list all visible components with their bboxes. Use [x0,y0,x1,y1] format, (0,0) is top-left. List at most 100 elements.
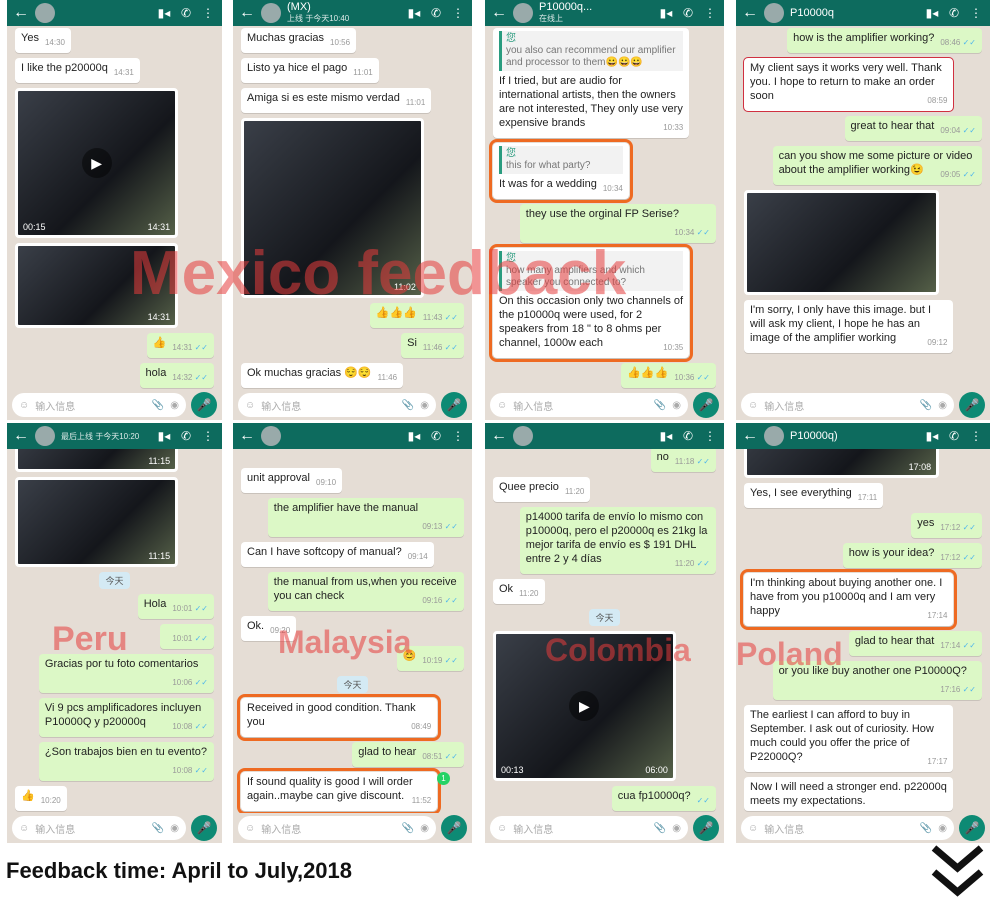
phone-icon[interactable]: ✆ [680,429,696,443]
back-arrow-icon[interactable]: ← [742,427,758,445]
quoted-reply[interactable]: 您 this for what party? [499,146,623,174]
contact-name-block[interactable]: P10000q... 在线上 [539,2,652,24]
message-input[interactable]: ☺ 输入信息 📎 ◉ [490,393,688,417]
more-options-icon[interactable]: ⋮ [450,429,466,443]
message-input[interactable]: ☺ 输入信息 📎 ◉ [741,393,954,417]
contact-name-block[interactable]: 最后上线 于今天10:20 [61,431,150,442]
contact-name-block[interactable]: P10000q [790,8,918,19]
contact-avatar[interactable] [513,3,533,23]
microphone-icon[interactable]: 🎤 [441,392,467,418]
microphone-icon[interactable]: 🎤 [693,392,719,418]
contact-avatar[interactable] [35,426,55,446]
phone-icon[interactable]: ✆ [946,429,962,443]
message-input[interactable]: ☺ 输入信息 📎 ◉ [12,393,186,417]
camera-icon[interactable]: ◉ [672,400,681,411]
back-arrow-icon[interactable]: ← [742,4,758,22]
microphone-icon[interactable]: 🎤 [191,392,217,418]
play-icon[interactable]: ▶ [569,691,600,721]
emoji-icon[interactable]: ☺ [245,823,255,834]
attach-icon[interactable]: 📎 [402,823,414,834]
camera-icon[interactable]: ◉ [672,823,681,834]
microphone-icon[interactable]: 🎤 [959,815,985,841]
video-call-icon[interactable]: ▮◂ [406,429,422,443]
contact-avatar[interactable] [35,3,55,23]
emoji-icon[interactable]: ☺ [19,823,29,834]
microphone-icon[interactable]: 🎤 [693,815,719,841]
microphone-icon[interactable]: 🎤 [191,815,217,841]
emoji-icon[interactable]: ☺ [748,400,758,411]
message-list[interactable]: Yes 14:30 I like the p20000q 14:31 ▶ 00:15 14:… [7,26,222,390]
emoji-icon[interactable]: ☺ [245,400,255,411]
camera-icon[interactable]: ◉ [420,823,429,834]
message-input[interactable]: ☺ 输入信息 📎 ◉ [238,393,436,417]
attach-icon[interactable]: 📎 [654,823,666,834]
attach-icon[interactable]: 📎 [654,400,666,411]
more-options-icon[interactable]: ⋮ [702,429,718,443]
attach-icon[interactable]: 📎 [920,823,932,834]
phone-icon[interactable]: ✆ [680,6,696,20]
quoted-reply[interactable]: 您 you also can recommend our amplifier an… [499,31,684,71]
attach-icon[interactable]: 📎 [152,400,164,411]
phone-icon[interactable]: ✆ [178,6,194,20]
video-message[interactable]: ▶ 00:13 06:00 [493,631,676,781]
message-list[interactable]: 11:15 11:15 今天 Hola 10:01 10:01 Gracias por tu… [7,449,222,813]
attach-icon[interactable]: 📎 [402,400,414,411]
quoted-reply[interactable]: 您 how many amplifiers and which speaker y… [499,251,684,291]
image-message[interactable]: 14:31 [15,243,179,328]
back-arrow-icon[interactable]: ← [239,427,255,445]
emoji-icon[interactable]: ☺ [19,400,29,411]
more-options-icon[interactable]: ⋮ [200,6,216,20]
play-icon[interactable]: ▶ [81,148,112,178]
contact-avatar[interactable] [764,426,784,446]
image-message[interactable]: 17:08 [744,449,940,478]
message-input[interactable]: ☺ 输入信息 📎 ◉ [741,816,954,840]
message-input[interactable]: ☺ 输入信息 📎 ◉ [490,816,688,840]
contact-name-block[interactable]: P10000q) [790,431,918,442]
image-message[interactable]: 11:15 [15,449,179,472]
video-call-icon[interactable]: ▮◂ [658,429,674,443]
image-message[interactable]: 11:15 [15,477,179,567]
more-options-icon[interactable]: ⋮ [702,6,718,20]
more-options-icon[interactable]: ⋮ [450,6,466,20]
contact-avatar[interactable] [261,426,281,446]
camera-icon[interactable]: ◉ [938,823,947,834]
phone-icon[interactable]: ✆ [946,6,962,20]
emoji-icon[interactable]: ☺ [748,823,758,834]
message-list[interactable]: unit approval 09:10 the amplifier have the… [233,449,472,813]
double-chevron-down-icon[interactable] [930,842,985,900]
back-arrow-icon[interactable]: ← [491,427,507,445]
image-message[interactable] [744,190,940,295]
video-call-icon[interactable]: ▮◂ [156,429,172,443]
video-call-icon[interactable]: ▮◂ [406,6,422,20]
emoji-icon[interactable]: ☺ [497,400,507,411]
message-list[interactable]: 17:08Yes, I see everything17:11yes17:12h… [736,449,990,813]
video-message[interactable]: ▶ 00:15 14:31 [15,88,179,238]
message-input[interactable]: ☺ 输入信息 📎 ◉ [12,816,186,840]
back-arrow-icon[interactable]: ← [491,4,507,22]
camera-icon[interactable]: ◉ [170,400,179,411]
camera-icon[interactable]: ◉ [170,823,179,834]
emoji-icon[interactable]: ☺ [497,823,507,834]
attach-icon[interactable]: 📎 [152,823,164,834]
camera-icon[interactable]: ◉ [938,400,947,411]
message-list[interactable]: El valor11:18Del envio11:18Es el mismo11… [485,449,724,813]
video-call-icon[interactable]: ▮◂ [924,6,940,20]
message-list[interactable]: Muchas gracias 10:56 Listo ya hice el pago… [233,26,472,390]
attach-icon[interactable]: 📎 [920,400,932,411]
contact-name-block[interactable]: (MX) 上线 于今天10:40 [287,2,400,24]
camera-icon[interactable]: ◉ [420,400,429,411]
contact-avatar[interactable] [764,3,784,23]
more-options-icon[interactable]: ⋮ [200,429,216,443]
video-call-icon[interactable]: ▮◂ [658,6,674,20]
phone-icon[interactable]: ✆ [178,429,194,443]
video-call-icon[interactable]: ▮◂ [924,429,940,443]
phone-icon[interactable]: ✆ [428,429,444,443]
message-list[interactable]: 您 you also can recommend our amplifier an… [485,26,724,390]
more-options-icon[interactable]: ⋮ [968,6,984,20]
microphone-icon[interactable]: 🎤 [441,815,467,841]
back-arrow-icon[interactable]: ← [239,4,255,22]
message-input[interactable]: ☺ 输入信息 📎 ◉ [238,816,436,840]
back-arrow-icon[interactable]: ← [13,4,29,22]
message-list[interactable]: how is the amplifier working? 08:46 My cli… [736,26,990,390]
back-arrow-icon[interactable]: ← [13,427,29,445]
